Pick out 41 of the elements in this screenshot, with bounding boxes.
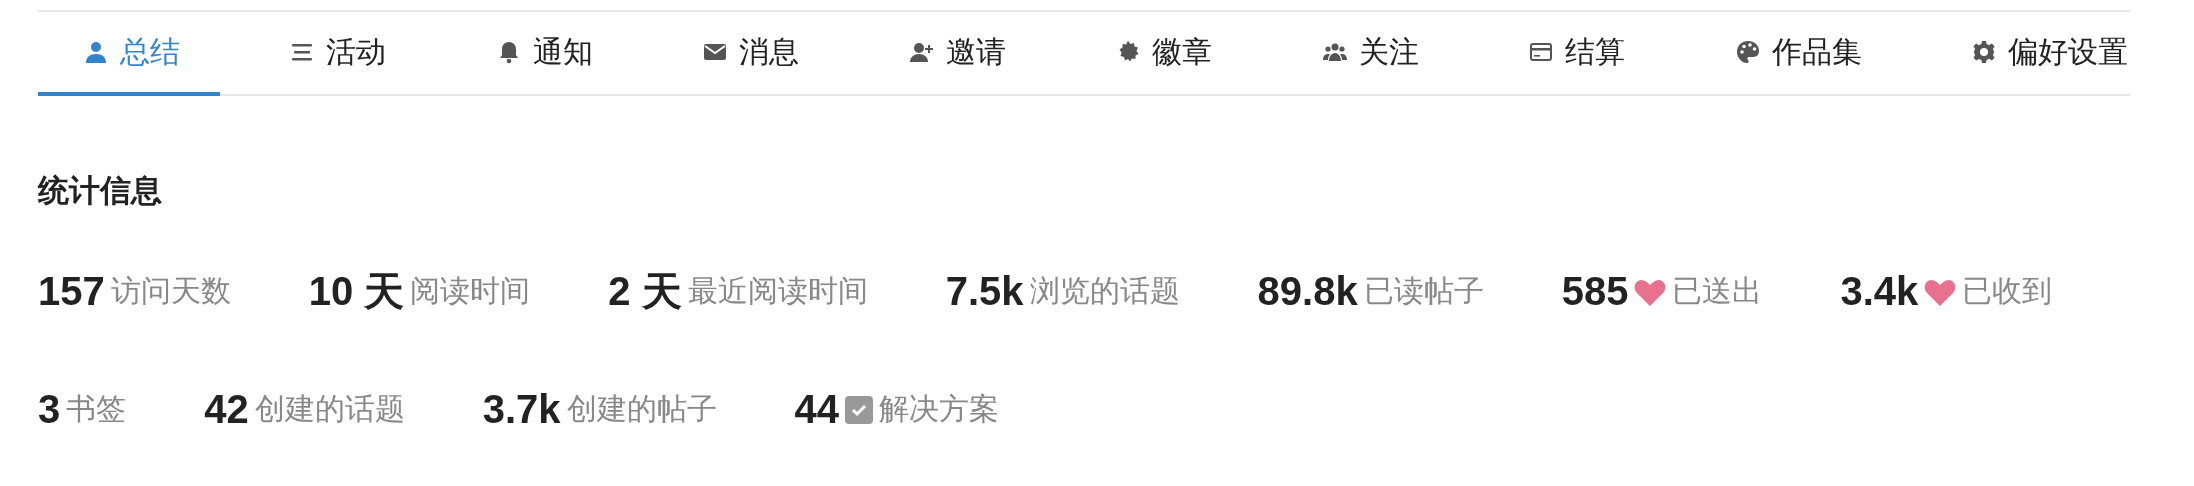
- stat-value: 42: [204, 387, 249, 432]
- heart-icon: [1634, 277, 1667, 306]
- stat-value: 3.4k: [1840, 269, 1919, 314]
- tab[interactable]: 活动: [244, 12, 427, 96]
- stat-value: 2 天: [608, 268, 682, 315]
- stat-label: 访问天数: [110, 273, 231, 309]
- tab[interactable]: 总结: [38, 12, 220, 96]
- person-icon: [84, 40, 108, 64]
- tab[interactable]: 关注: [1276, 12, 1459, 96]
- tab[interactable]: 作品集: [1689, 12, 1902, 96]
- stat-label: 阅读时间: [410, 273, 531, 309]
- tab[interactable]: 通知: [450, 12, 633, 96]
- tab[interactable]: 偏好设置: [1925, 12, 2130, 96]
- stat-label: 创建的话题: [254, 391, 405, 427]
- stat-label: 已收到: [1962, 273, 2053, 309]
- settings-icon: [1971, 40, 1996, 64]
- stat-value: 44: [794, 387, 840, 432]
- stat-label: 已送出: [1672, 273, 1763, 309]
- stat-value: 89.8k: [1257, 269, 1358, 314]
- add-user-icon: [909, 40, 934, 64]
- stat-label: 已读帖子: [1363, 273, 1484, 309]
- stat-label: 解决方案: [879, 391, 1000, 427]
- stat-value: 7.5k: [945, 269, 1024, 314]
- stat-value: 3.7k: [482, 387, 561, 432]
- palette-icon: [1735, 40, 1760, 64]
- stat-value: 585: [1561, 269, 1629, 314]
- tab[interactable]: 徽章: [1070, 12, 1253, 96]
- stat-value: 3: [38, 387, 61, 432]
- heart-icon: [1924, 277, 1957, 306]
- stat-value: 10 天: [308, 268, 405, 315]
- checkbox-icon: [845, 395, 874, 424]
- stat-value: 157: [38, 269, 105, 314]
- card-icon: [1529, 40, 1554, 64]
- section-title: 统计信息: [38, 172, 163, 210]
- stat-label: 书签: [66, 391, 127, 427]
- stat-label: 最近阅读时间: [687, 273, 868, 309]
- stat-label: 创建的帖子: [566, 391, 717, 427]
- tab[interactable]: 消息: [657, 12, 840, 96]
- tab[interactable]: 结算: [1483, 12, 1666, 96]
- stat-label: 浏览的话题: [1029, 273, 1180, 309]
- tab[interactable]: 邀请: [863, 12, 1046, 96]
